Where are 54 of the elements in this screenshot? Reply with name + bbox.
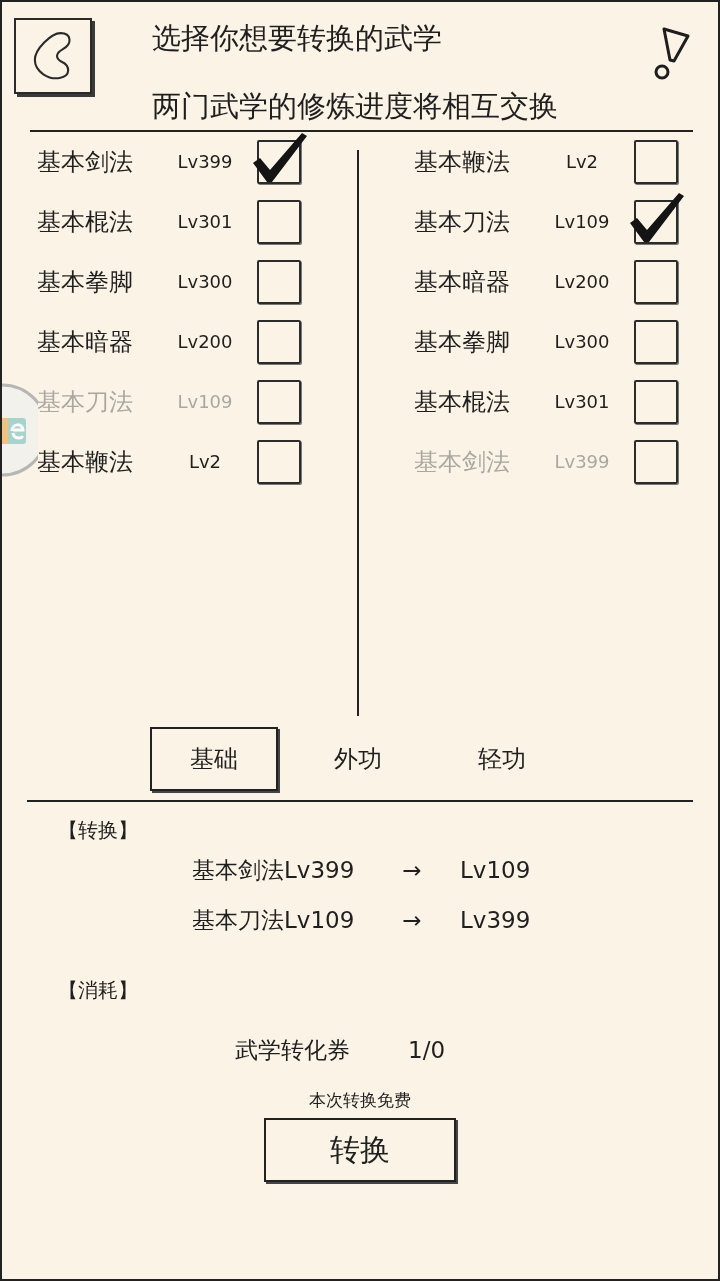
screen-subtitle: 两门武学的修炼进度将相互交换 xyxy=(152,88,558,125)
convert-button[interactable]: 转换 xyxy=(264,1118,456,1182)
level-text: Lv301 xyxy=(176,210,234,234)
conversion-from-text: 基本刀法Lv109 xyxy=(192,905,356,935)
level-text: Lv399 xyxy=(176,150,234,174)
skill-name: 基本剑法 xyxy=(414,447,511,477)
section-heading: 【转换】 xyxy=(57,817,138,844)
checkbox[interactable] xyxy=(257,440,301,484)
checkbox[interactable] xyxy=(257,320,301,364)
checkbox[interactable] xyxy=(257,260,301,304)
level-text: Lv200 xyxy=(553,270,611,294)
skill-name: 基本刀法 xyxy=(37,387,134,417)
skill-name: 基本刀法 xyxy=(414,207,511,237)
category-tab[interactable]: 外功 xyxy=(294,727,422,791)
category-tab[interactable]: 基础 xyxy=(150,727,278,791)
level-text: Lv300 xyxy=(176,270,234,294)
level-text: Lv300 xyxy=(553,330,611,354)
checkbox[interactable] xyxy=(634,260,678,304)
arrow-symbol: → xyxy=(401,907,423,933)
conversion-from-text: 基本剑法Lv399 xyxy=(192,855,356,885)
skill-name: 基本暗器 xyxy=(414,267,511,297)
section-heading: 【消耗】 xyxy=(57,977,138,1004)
level-text: Lv2 xyxy=(187,450,223,474)
category-tab[interactable]: 轻功 xyxy=(438,727,566,791)
checkbox[interactable] xyxy=(634,200,678,244)
arrow-symbol: → xyxy=(401,857,423,883)
checkbox[interactable] xyxy=(634,320,678,364)
skill-name: 基本剑法 xyxy=(37,147,134,177)
checkbox[interactable] xyxy=(257,200,301,244)
level-text: Lv2 xyxy=(564,150,600,174)
check-icon xyxy=(630,193,684,243)
checkbox[interactable] xyxy=(634,140,678,184)
item-name: 武学转化券 xyxy=(235,1035,350,1065)
skill-name: 基本棍法 xyxy=(414,387,511,417)
check-icon xyxy=(253,133,307,183)
item-count: 1/0 xyxy=(408,1037,445,1063)
conversion-to-text: Lv399 xyxy=(460,907,531,933)
level-text: Lv399 xyxy=(553,450,611,474)
skill-name: 基本棍法 xyxy=(37,207,134,237)
skill-name: 基本鞭法 xyxy=(414,147,511,177)
skill-name: 基本鞭法 xyxy=(37,447,134,477)
skill-name: 基本暗器 xyxy=(37,327,134,357)
checkbox[interactable] xyxy=(257,140,301,184)
checkbox[interactable] xyxy=(634,380,678,424)
back-button[interactable] xyxy=(14,18,92,94)
free-note: 本次转换免费 xyxy=(309,1089,411,1112)
level-text: Lv109 xyxy=(176,390,234,414)
level-text: Lv109 xyxy=(553,210,611,234)
level-text: Lv200 xyxy=(176,330,234,354)
skill-name: 基本拳脚 xyxy=(37,267,134,297)
skill-name: 基本拳脚 xyxy=(414,327,511,357)
conversion-to-text: Lv109 xyxy=(460,857,531,883)
screen-title: 选择你想要转换的武学 xyxy=(152,20,443,57)
level-text: Lv301 xyxy=(553,390,611,414)
